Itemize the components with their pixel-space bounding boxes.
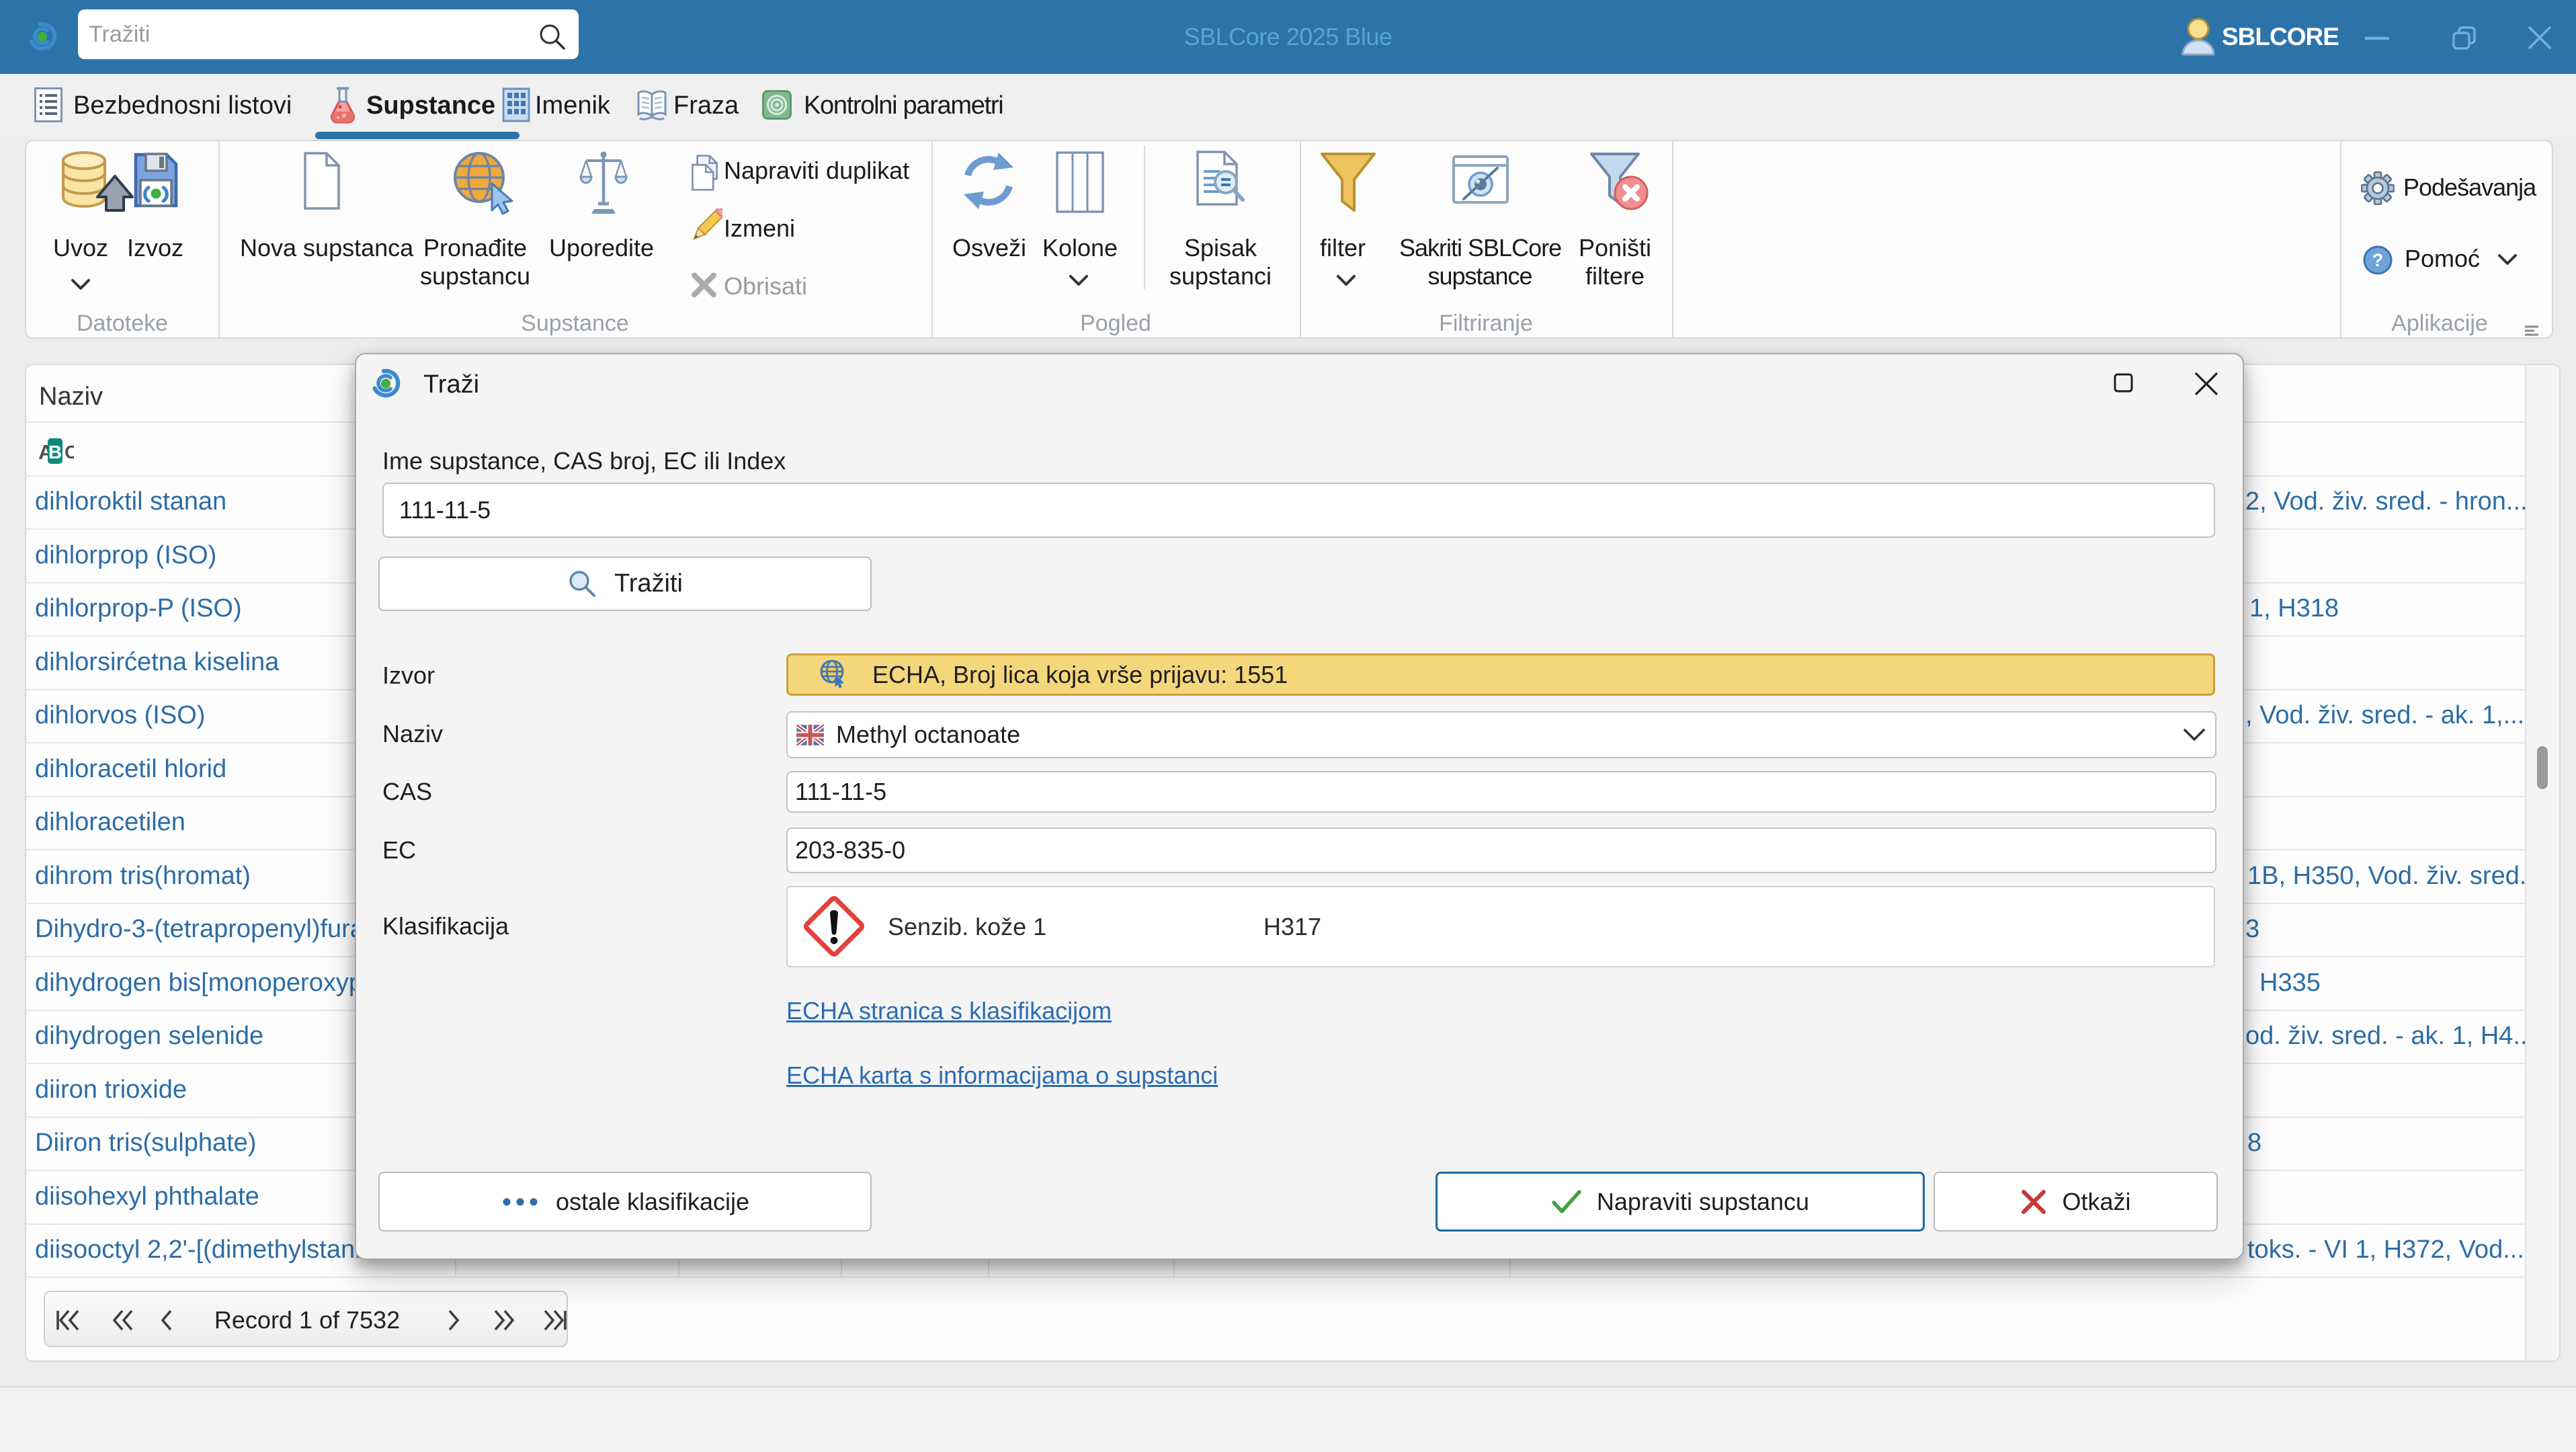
svg-text:B: B — [48, 442, 62, 462]
svg-text:C: C — [65, 442, 74, 462]
svg-text:?: ? — [2372, 250, 2384, 270]
